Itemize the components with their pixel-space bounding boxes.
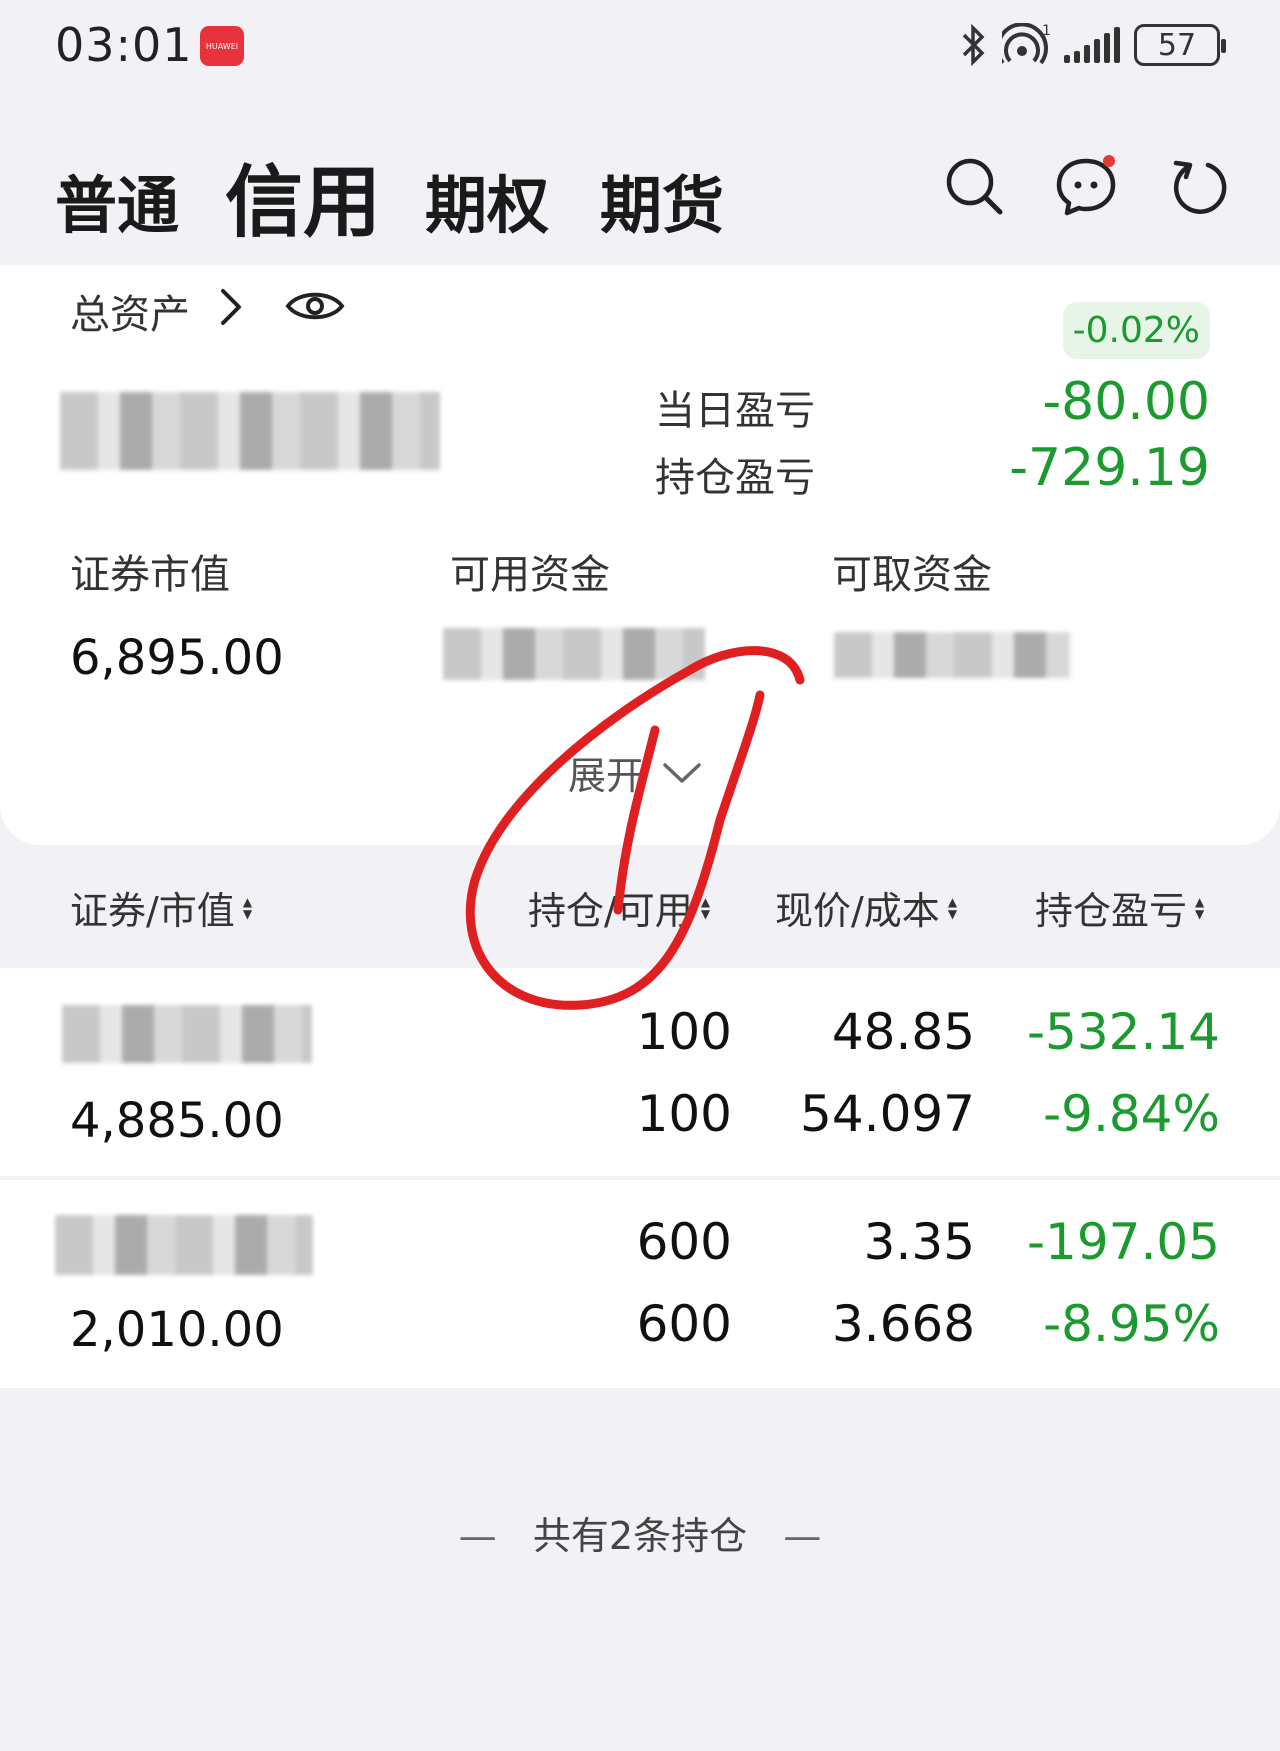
position-pl-value: -729.19 <box>1009 438 1210 498</box>
status-time: 03:01 <box>55 18 193 72</box>
positions-count: — 共有2条持仓 — <box>458 1514 822 1558</box>
hotspot-icon: 1 <box>1002 23 1050 65</box>
battery-level: 57 <box>1157 27 1197 63</box>
position-available: 100 <box>636 1085 732 1143</box>
position-market-value: 4,885.00 <box>70 1093 284 1149</box>
battery-icon: 57 <box>1134 24 1226 66</box>
stock-name-redacted <box>62 1005 312 1063</box>
tab-credit[interactable]: 信用 <box>225 140 381 252</box>
expand-button[interactable]: 展开 <box>568 745 702 800</box>
market-value-label: 证券市值 <box>70 552 230 598</box>
expand-label: 展开 <box>568 754 645 798</box>
daily-pl-label: 当日盈亏 <box>655 388 815 434</box>
sort-icon: ▲ ▼ <box>947 894 958 921</box>
position-pl-label: 持仓盈亏 <box>655 455 815 501</box>
market-value: 6,895.00 <box>70 630 284 686</box>
tab-normal[interactable]: 普通 <box>55 155 179 245</box>
position-market-value: 2,010.00 <box>70 1302 284 1358</box>
position-holding: 100 <box>636 1003 732 1061</box>
total-assets-label[interactable]: 总资产 <box>70 282 190 340</box>
signal-icon <box>1064 27 1120 63</box>
col-header-holding[interactable]: 持仓/可用 ▲ ▼ <box>528 880 710 935</box>
position-pl: -532.14 <box>1027 1003 1220 1061</box>
sort-icon: ▲ ▼ <box>700 894 711 921</box>
positions-count-label: 共有2条持仓 <box>532 1514 748 1558</box>
position-cost: 54.097 <box>800 1085 975 1143</box>
position-price: 3.35 <box>863 1213 975 1271</box>
eye-icon[interactable] <box>285 288 345 324</box>
stock-name-redacted <box>55 1215 313 1275</box>
withdrawable-funds-redacted <box>834 632 1070 678</box>
huawei-app-icon: HUAWEI <box>200 26 244 66</box>
tab-options[interactable]: 期权 <box>425 155 549 245</box>
col-header-security-label: 证券/市值 <box>70 889 235 933</box>
available-funds-redacted <box>443 628 705 680</box>
total-assets-value-redacted <box>60 392 440 470</box>
chevron-down-icon <box>663 762 701 783</box>
search-icon[interactable] <box>943 155 1005 217</box>
daily-pl-value: -80.00 <box>1042 372 1210 432</box>
position-cost: 3.668 <box>831 1295 975 1353</box>
position-holding: 600 <box>636 1213 732 1271</box>
change-pct-badge: -0.02% <box>1062 302 1210 359</box>
status-icons: 1 57 <box>958 20 1226 70</box>
available-funds-label: 可用资金 <box>450 552 610 598</box>
refresh-icon[interactable] <box>1168 155 1230 217</box>
col-header-pl-label: 持仓盈亏 <box>1035 889 1188 933</box>
withdrawable-funds-label: 可取资金 <box>832 552 992 598</box>
col-header-holding-label: 持仓/可用 <box>528 889 693 933</box>
message-icon[interactable] <box>1055 155 1117 217</box>
position-pl: -197.05 <box>1027 1213 1220 1271</box>
col-header-price-label: 现价/成本 <box>775 889 940 933</box>
position-available: 600 <box>636 1295 732 1353</box>
col-header-pl[interactable]: 持仓盈亏 ▲ ▼ <box>1035 880 1204 935</box>
svg-text:1: 1 <box>1042 23 1050 39</box>
chevron-right-icon[interactable] <box>215 285 245 329</box>
position-price: 48.85 <box>831 1003 975 1061</box>
position-pl-pct: -9.84% <box>1043 1085 1220 1143</box>
sort-icon: ▲ ▼ <box>1195 894 1205 921</box>
tab-futures[interactable]: 期货 <box>600 155 724 245</box>
position-pl-pct: -8.95% <box>1043 1295 1220 1353</box>
red-annotation <box>465 646 805 1010</box>
bluetooth-icon <box>962 23 985 67</box>
col-header-security[interactable]: 证券/市值 ▲ ▼ <box>70 880 252 935</box>
sort-icon: ▲ ▼ <box>242 894 253 921</box>
col-header-price[interactable]: 现价/成本 ▲ ▼ <box>775 880 957 935</box>
